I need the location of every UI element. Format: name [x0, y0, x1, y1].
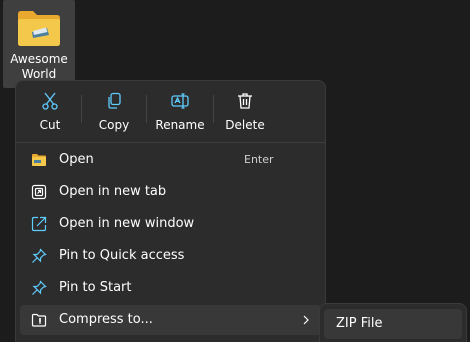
menu-item-label: Open in new tab: [59, 184, 167, 199]
desktop-folder-awesome-world[interactable]: Awesome World: [3, 0, 75, 88]
menu-divider: [16, 142, 325, 143]
trash-icon: [238, 93, 252, 109]
scissors-icon: [42, 92, 58, 110]
context-menu-toolbar: Cut Copy Rename Delete: [16, 81, 325, 141]
rename-button[interactable]: Rename: [153, 89, 207, 135]
rename-label: Rename: [155, 118, 205, 132]
submenu-item-label: ZIP File: [336, 316, 383, 331]
copy-icon: [108, 92, 121, 109]
rename-icon: [171, 93, 189, 109]
toolbar-divider: [146, 95, 147, 123]
shortcut-label: Enter: [244, 153, 274, 166]
cut-button[interactable]: Cut: [28, 89, 72, 135]
new-tab-icon: [31, 184, 47, 200]
context-menu: Cut Copy Rename Delete Open Enter Open i…: [15, 80, 326, 342]
menu-item-label: Pin to Quick access: [59, 248, 185, 263]
menu-item-label: Open: [59, 152, 94, 167]
menu-item-open-new-tab[interactable]: Open in new tab: [20, 177, 321, 207]
menu-item-label: Compress to...: [59, 312, 153, 327]
compress-submenu: ZIP File: [319, 303, 467, 342]
menu-item-label: Pin to Start: [59, 280, 132, 295]
copy-button[interactable]: Copy: [92, 89, 136, 135]
delete-label: Delete: [225, 118, 265, 132]
toolbar-divider: [213, 95, 214, 123]
cut-label: Cut: [39, 118, 61, 132]
folder-icon: [18, 11, 60, 46]
pin-icon: [31, 280, 47, 296]
menu-item-compress-to[interactable]: Compress to...: [20, 305, 321, 335]
folder-label-line2: World: [21, 67, 57, 81]
folder-label-line1: Awesome: [10, 52, 68, 66]
desktop: Awesome World Cut Copy Rename Delete Ope…: [0, 0, 470, 342]
chevron-right-icon: [303, 315, 309, 325]
menu-item-open[interactable]: Open Enter: [20, 145, 321, 175]
pin-icon: [31, 248, 47, 264]
toolbar-divider: [81, 95, 82, 123]
folder-icon: [31, 152, 47, 168]
copy-label: Copy: [98, 118, 130, 132]
menu-item-label: Open in new window: [59, 216, 195, 231]
delete-button[interactable]: Delete: [222, 89, 268, 135]
submenu-item-zip-file[interactable]: ZIP File: [324, 309, 462, 339]
zip-folder-icon: [31, 312, 47, 328]
menu-item-pin-start[interactable]: Pin to Start: [20, 273, 321, 303]
new-window-icon: [31, 216, 47, 232]
menu-item-open-new-window[interactable]: Open in new window: [20, 209, 321, 239]
desktop-folder-label: Awesome World: [3, 52, 75, 82]
menu-item-pin-quick-access[interactable]: Pin to Quick access: [20, 241, 321, 271]
